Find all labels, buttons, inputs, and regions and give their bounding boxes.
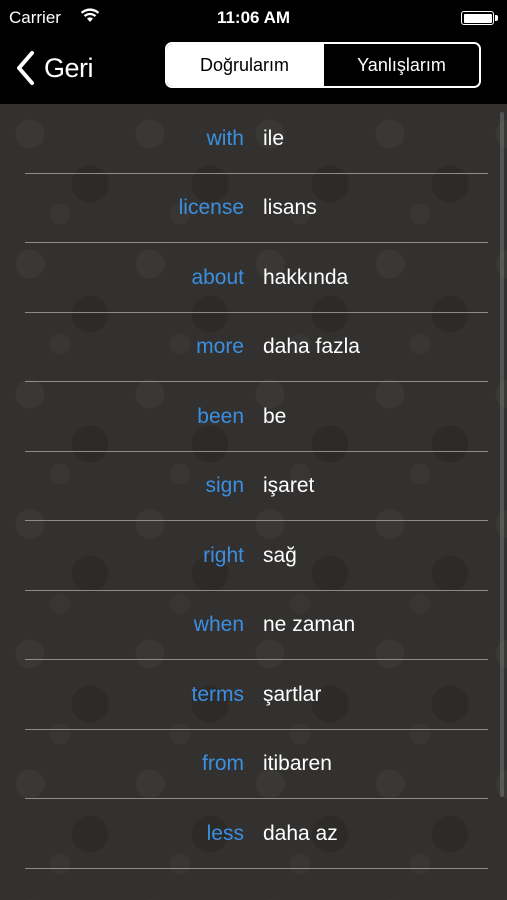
english-word: been (197, 404, 244, 428)
translation: lisans (263, 196, 317, 220)
segment-yanlislarim[interactable]: Yanlışlarım (322, 44, 479, 86)
segment-dogrularim[interactable]: Doğrularım (167, 44, 322, 86)
scrollbar[interactable] (500, 112, 504, 797)
chevron-left-icon (14, 50, 36, 86)
divider (25, 867, 488, 869)
english-word: with (206, 126, 244, 150)
english-word: more (196, 335, 244, 359)
english-word: less (206, 821, 244, 845)
back-button[interactable]: Geri (14, 48, 94, 88)
translation: şartlar (263, 682, 322, 706)
list-item[interactable]: less daha az (0, 799, 507, 869)
translation: itibaren (263, 752, 332, 776)
english-word: terms (191, 682, 245, 706)
status-bar: Carrier 11:06 AM (0, 0, 507, 36)
top-bar: Carrier 11:06 AM Geri Doğrularım Yanlışl… (0, 0, 507, 104)
english-word: license (178, 196, 244, 220)
list-item[interactable]: more daha fazla (0, 313, 507, 382)
battery-icon (461, 11, 498, 25)
navigation-bar: Geri Doğrularım Yanlışlarım (0, 36, 507, 104)
list-item[interactable]: about hakkında (0, 243, 507, 313)
english-word: from (202, 752, 244, 776)
translation: daha fazla (263, 335, 360, 359)
list-item[interactable]: right sağ (0, 521, 507, 591)
translation: be (263, 404, 287, 428)
english-word: about (191, 265, 244, 289)
list-item[interactable]: when ne zaman (0, 591, 507, 660)
translation: sağ (263, 543, 297, 567)
english-word: right (203, 543, 244, 567)
clock: 11:06 AM (216, 8, 291, 27)
list-item[interactable]: terms şartlar (0, 660, 507, 730)
translation: daha az (263, 821, 338, 845)
list-item[interactable]: been be (0, 382, 507, 452)
word-list: with ile license lisans about hakkında m… (0, 104, 507, 900)
list-item[interactable]: with ile (0, 104, 507, 174)
translation: ne zaman (263, 613, 356, 637)
list-item[interactable]: from itibaren (0, 730, 507, 799)
list-item[interactable]: sign işaret (0, 452, 507, 521)
english-word: sign (205, 474, 244, 498)
english-word: when (193, 613, 244, 637)
back-label: Geri (44, 52, 94, 83)
translation: işaret (263, 474, 315, 498)
translation: hakkında (263, 265, 349, 289)
list-item[interactable]: license lisans (0, 174, 507, 243)
segmented-control: Doğrularım Yanlışlarım (165, 42, 481, 88)
translation: ile (263, 126, 285, 150)
